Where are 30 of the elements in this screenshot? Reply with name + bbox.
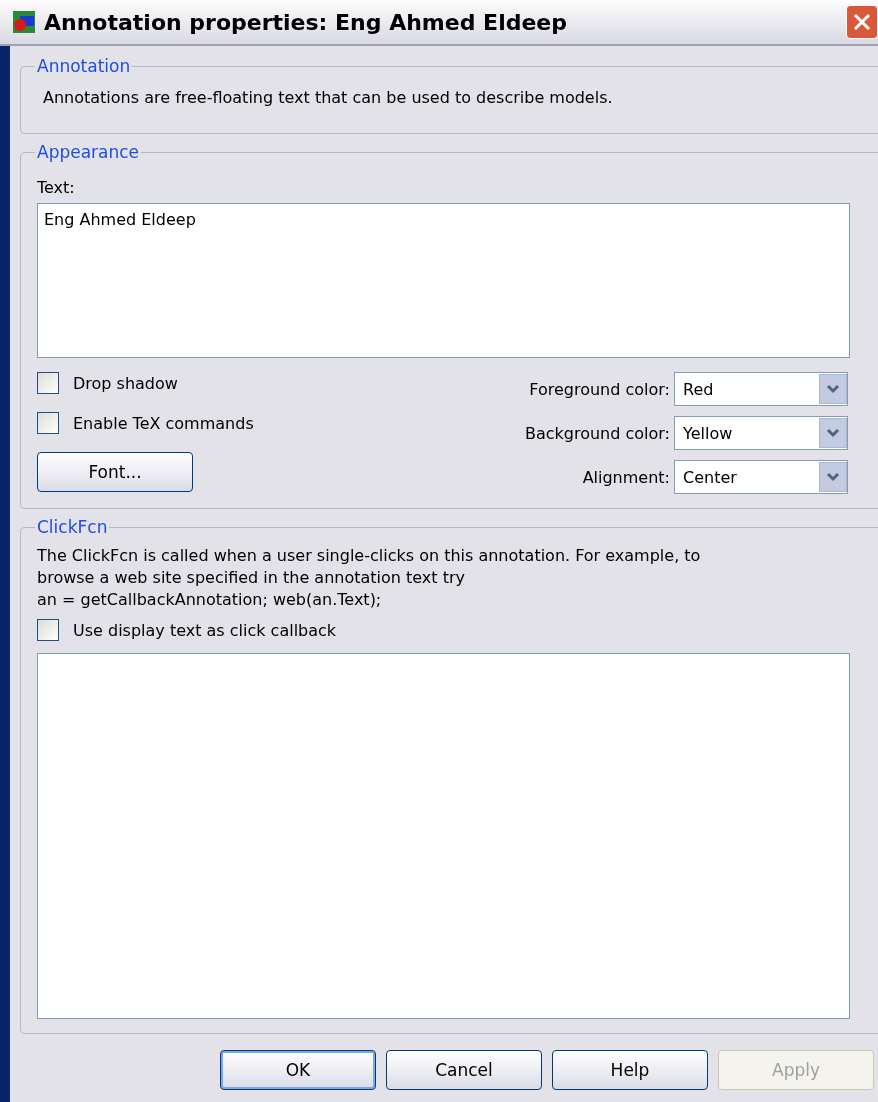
group-title: Appearance (36, 142, 141, 162)
description-text: The ClickFcn is called when a user single-clicks on this annotation. For example, to browse a web site specified in the annotation text try an = getCallbackAnnotation; web(an.Text); (37, 545, 702, 611)
font-button[interactable]: Font... (37, 452, 193, 492)
checkbox[interactable] (37, 412, 59, 434)
dialog-button[interactable]: Help (552, 1050, 708, 1090)
description-text: Annotations are free-floating text that can be used to describe models. (43, 88, 614, 107)
app-icon (12, 10, 36, 34)
dialog-button[interactable]: Cancel (386, 1050, 542, 1090)
dropdown[interactable]: Red (674, 372, 848, 406)
close-icon (851, 11, 873, 33)
checkbox[interactable] (37, 619, 59, 641)
checkbox-label: Enable TeX commands (73, 413, 254, 433)
caret-icon (826, 384, 840, 394)
checkbox-label: Use display text as click callback (73, 620, 337, 640)
dropdown[interactable]: Center (674, 460, 848, 494)
group-title: Annotation (36, 56, 132, 76)
checkbox[interactable] (37, 372, 59, 394)
dropdown-label: Background color: (524, 423, 670, 443)
group-title: ClickFcn (36, 517, 109, 537)
dropdown-label: Foreground color: (529, 379, 670, 399)
caret-icon (826, 472, 840, 482)
dialog-button[interactable]: OK (220, 1050, 376, 1090)
dropdown[interactable]: Yellow (674, 416, 848, 450)
text-area[interactable]: Eng Ahmed Eldeep (37, 203, 850, 358)
window-title: Annotation properties: Eng Ahmed Eldeep (44, 9, 569, 35)
close-button[interactable] (846, 5, 878, 39)
dropdown-label: Alignment: (582, 467, 670, 487)
caret-icon (826, 428, 840, 438)
field-label: Text: (37, 178, 76, 197)
checkbox-label: Drop shadow (73, 373, 178, 393)
